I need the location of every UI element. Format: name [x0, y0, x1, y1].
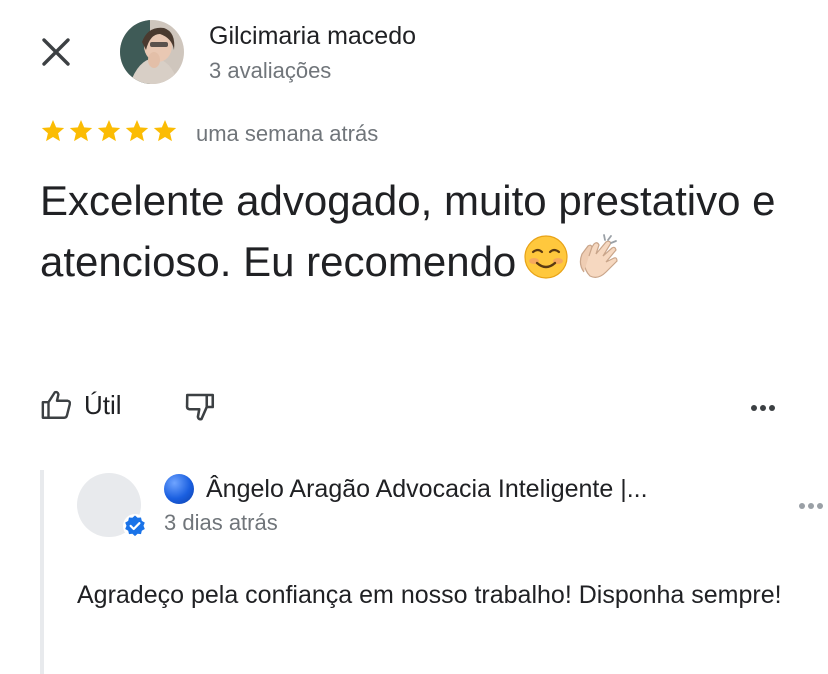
- useful-button[interactable]: Útil: [40, 388, 122, 422]
- close-icon: [42, 38, 70, 66]
- reply-more-options-button[interactable]: [796, 497, 828, 520]
- review-text: Excelente advogado, muito prestativo e a…: [40, 170, 780, 298]
- reply-divider-bar: [40, 470, 44, 674]
- blue-circle-emoji: [164, 474, 194, 504]
- review-text-content: Excelente advogado, muito prestativo e a…: [40, 177, 776, 285]
- owner-reply-text: Agradeço pela confiança em nosso trabalh…: [77, 581, 782, 609]
- thumbs-down-icon: [185, 393, 215, 421]
- review-time: uma semana atrás: [196, 121, 379, 146]
- star-rating: [40, 118, 178, 144]
- not-useful-button[interactable]: [182, 389, 218, 430]
- smiling-face-emoji: [522, 233, 570, 297]
- owner-name-text: Ângelo Aragão Advocacia Inteligente |...: [206, 474, 648, 503]
- more-horizontal-icon: [751, 405, 775, 411]
- reviewer-review-count: 3 avaliações: [209, 58, 332, 83]
- owner-name[interactable]: Ângelo Aragão Advocacia Inteligente |...: [164, 474, 648, 504]
- clapping-hands-emoji: [576, 232, 626, 298]
- review-more-options-button[interactable]: [746, 396, 780, 425]
- reviewer-name[interactable]: Gilcimaria macedo: [209, 22, 416, 51]
- star-icon: [153, 119, 177, 142]
- owner-reply-time: 3 dias atrás: [164, 510, 278, 535]
- more-horizontal-icon: [799, 503, 823, 509]
- star-icon: [125, 119, 149, 142]
- useful-label: Útil: [84, 389, 122, 420]
- verified-badge-icon: [123, 514, 147, 538]
- reviewer-avatar[interactable]: [120, 20, 184, 84]
- close-button[interactable]: [34, 30, 78, 74]
- star-icon: [97, 119, 121, 142]
- thumbs-up-icon: [41, 390, 72, 419]
- star-icon: [69, 119, 93, 142]
- star-icon: [41, 119, 65, 142]
- reviewer-photo: [120, 20, 184, 84]
